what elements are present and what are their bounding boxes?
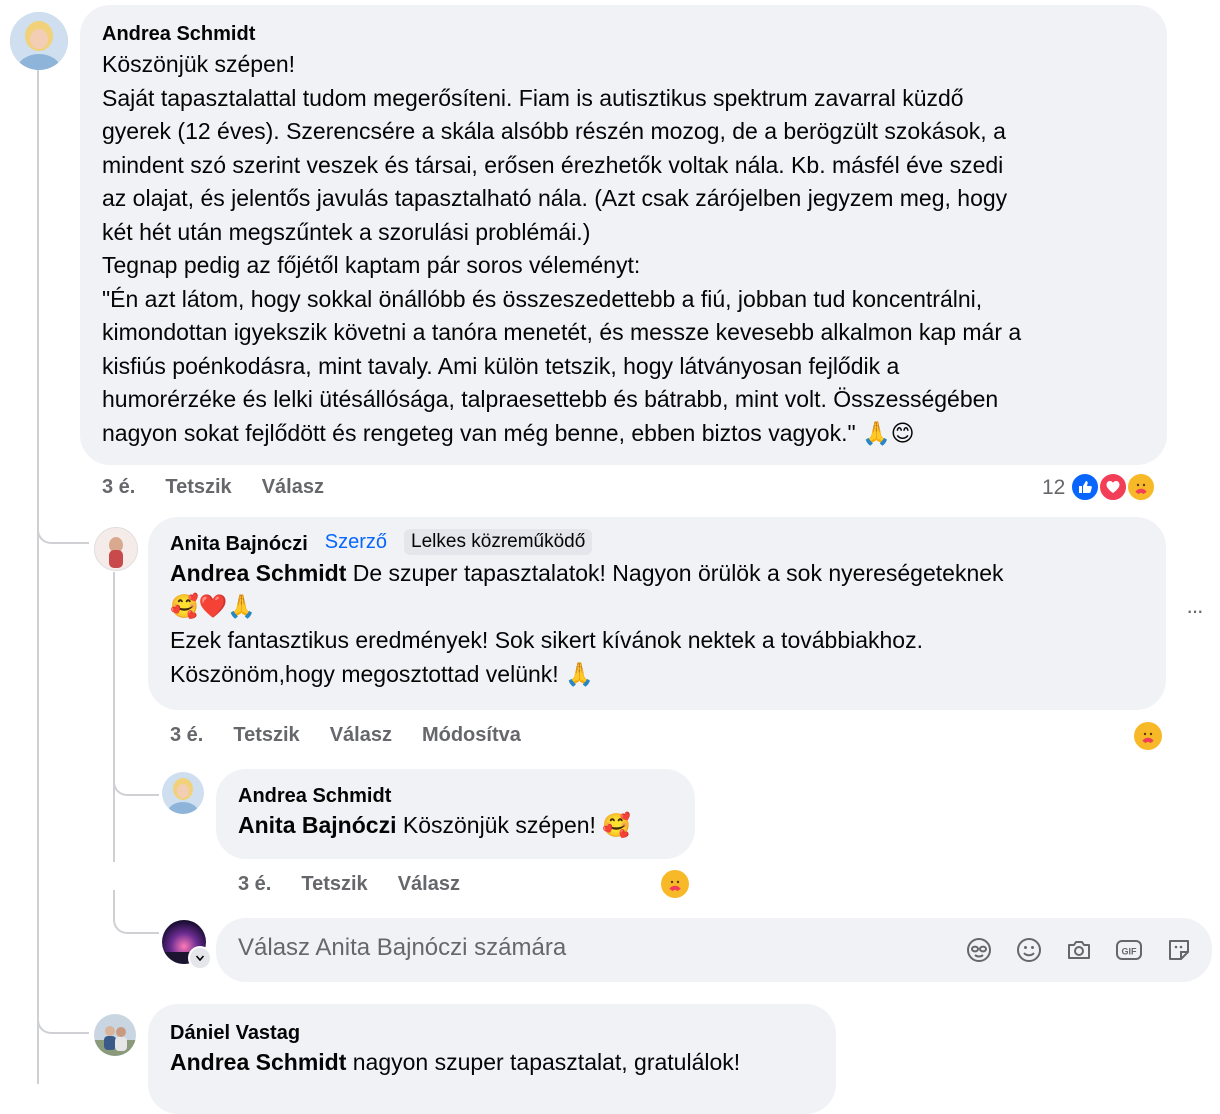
comment-bubble: Andrea Schmidt Köszönjük szépen! Saját ta… (80, 5, 1167, 465)
avatar[interactable] (10, 12, 68, 70)
comment-text: Andrea Schmidt nagyon szuper tapasztalat… (170, 1049, 741, 1075)
comment-bubble: Dániel Vastag Andrea Schmidt nagyon szup… (148, 1004, 836, 1114)
sticker-icon[interactable] (1164, 935, 1194, 965)
avatar[interactable] (94, 527, 138, 571)
comment-text: Köszönjük szépen! Saját tapasztalattal tu… (102, 48, 1145, 450)
thread-elbow-1 (37, 500, 89, 544)
comment-actions: 3 é. Tetszik Válasz (238, 873, 490, 896)
reply-button[interactable]: Válasz (398, 873, 460, 896)
comment-text-line: Ezek fantasztikus eredmények! Sok sikert… (170, 627, 923, 653)
comment-text-line: Köszönjük szépen! (102, 51, 296, 77)
comment-text: Andrea Schmidt De szuper tapasztalatok! … (170, 560, 1004, 586)
timestamp[interactable]: 3 é. (170, 724, 203, 747)
comment-text-line: humorérzéke és lelki ütésállósága, talpr… (102, 386, 999, 412)
timestamp[interactable]: 3 é. (102, 476, 135, 499)
like-button[interactable]: Tetszik (301, 873, 367, 896)
comment-text-line: nagyon sokat fejlődött és rengeteg van m… (102, 419, 915, 446)
contributor-badge: Lelkes közreműködő (404, 529, 593, 555)
author-badge: Szerző (324, 530, 388, 553)
thread-line-sub (113, 572, 115, 862)
care-reaction-icon[interactable] (1132, 720, 1164, 752)
comment-author[interactable]: Andrea Schmidt (102, 21, 1145, 47)
edited-label: Módosítva (421, 724, 521, 746)
more-options-icon[interactable]: ··· (1186, 598, 1204, 624)
mention-link[interactable]: Anita Bajnóczi (238, 812, 396, 838)
thread-elbow-3 (113, 756, 159, 796)
comment-text-line: mindent szó szerint veszek és társai, er… (102, 151, 1004, 178)
reply-button[interactable]: Válasz (330, 724, 392, 747)
timestamp[interactable]: 3 é. (238, 873, 271, 896)
comment-actions: 3 é. Tetszik Válasz (102, 476, 354, 499)
avatar-sticker-icon[interactable] (964, 935, 994, 965)
comment-actions: 3 é. Tetszik Válasz Módosítva (170, 724, 551, 747)
svg-text:GIF: GIF (1122, 947, 1138, 957)
comment-bubble: Andrea Schmidt Anita Bajnóczi Köszönjük … (216, 769, 695, 859)
comment-text-line: kimondottan igyekszik követni a tanóra m… (102, 319, 1022, 345)
reply-input[interactable]: Válasz Anita Bajnóczi számára GIF (216, 918, 1212, 982)
care-reaction-icon[interactable] (659, 868, 691, 900)
reaction-count[interactable]: 12 (1042, 476, 1065, 500)
gif-icon[interactable]: GIF (1114, 935, 1144, 965)
like-reaction-icon[interactable] (1070, 472, 1100, 502)
like-button[interactable]: Tetszik (165, 476, 231, 499)
comment-author[interactable]: Anita Bajnóczi (170, 531, 308, 557)
like-button[interactable]: Tetszik (233, 724, 299, 747)
avatar[interactable] (162, 772, 204, 814)
comment-author[interactable]: Andrea Schmidt (238, 783, 673, 809)
comment-text-line: két hét után megszűntek a szorulási prob… (102, 218, 591, 245)
comment-text-line: Köszönöm,hogy megosztottad velünk! 🙏 (170, 660, 594, 687)
mention-link[interactable]: Andrea Schmidt (170, 560, 346, 586)
comment-text-line: "Én azt látom, hogy sokkal önállóbb és ö… (102, 285, 983, 312)
reply-placeholder[interactable]: Válasz Anita Bajnóczi számára (238, 934, 566, 962)
comment-text: Anita Bajnóczi Köszönjük szépen! 🥰 (238, 812, 631, 838)
comment-author[interactable]: Dániel Vastag (170, 1020, 814, 1046)
thread-line-main (37, 68, 39, 1084)
comment-text-line: az olajat, és jelentős javulás tapasztal… (102, 185, 1008, 211)
comment-text-line: kisfiús poénkodásra, mint tavaly. Ami kü… (102, 352, 900, 379)
love-reaction-icon[interactable] (1098, 472, 1128, 502)
mention-link[interactable]: Andrea Schmidt (170, 1049, 346, 1075)
thread-elbow-input (113, 890, 159, 934)
comment-text-line: Tegnap pedig az főjétől kaptam pár soros… (102, 252, 641, 278)
thread-elbow-4 (37, 990, 89, 1034)
care-reaction-icon[interactable] (1126, 472, 1156, 502)
comment-text-line: gyerek (12 éves). Szerencsére a skála al… (102, 118, 1006, 144)
reply-button[interactable]: Válasz (262, 476, 324, 499)
emoji-icon[interactable] (1014, 935, 1044, 965)
camera-icon[interactable] (1064, 935, 1094, 965)
avatar[interactable] (94, 1014, 136, 1056)
emoji-line: 🥰❤️🙏 (170, 593, 256, 620)
comment-text-line: Saját tapasztalattal tudom megerősíteni.… (102, 84, 964, 111)
account-switch-chevron-icon[interactable] (188, 946, 212, 970)
comment-bubble: Anita Bajnóczi Szerző Lelkes közreműködő… (148, 517, 1166, 710)
